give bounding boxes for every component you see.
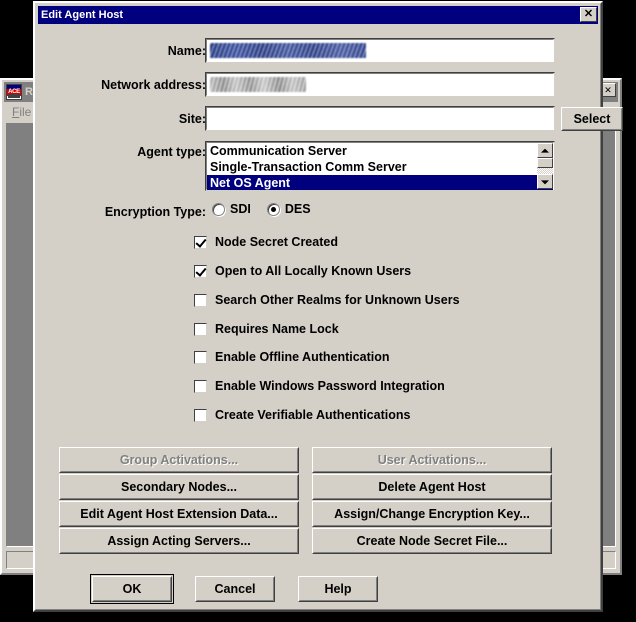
checkbox-icon[interactable]: [194, 408, 207, 422]
checkbox-search-other-realms[interactable]: Search Other Realms for Unknown Users: [194, 293, 460, 307]
name-input[interactable]: [205, 38, 555, 63]
checkbox-label: Enable Offline Authentication: [215, 350, 390, 364]
checkbox-icon[interactable]: [194, 350, 207, 364]
dialog-title: Edit Agent Host: [41, 9, 124, 21]
label-site: Site:: [178, 112, 206, 126]
checkbox-label: Open to All Locally Known Users: [215, 264, 412, 278]
scroll-down-button[interactable]: [537, 174, 553, 189]
list-item[interactable]: Communication Server: [207, 143, 553, 159]
edit-agent-host-extension-data-button[interactable]: Edit Agent Host Extension Data...: [59, 501, 299, 527]
label-agent-type: Agent type:: [137, 145, 206, 159]
checkbox-node-secret-created[interactable]: Node Secret Created: [194, 235, 338, 249]
list-item[interactable]: Single-Transaction Comm Server: [207, 159, 553, 175]
checkbox-label: Create Verifiable Authentications: [215, 408, 411, 422]
radio-des-label: DES: [284, 202, 311, 216]
chevron-up-icon: [541, 148, 549, 153]
dialog-close-button[interactable]: ✕: [580, 7, 597, 22]
checkbox-icon[interactable]: [194, 322, 207, 336]
site-select-button[interactable]: Select: [561, 107, 623, 131]
delete-agent-host-button[interactable]: Delete Agent Host: [312, 474, 552, 500]
encryption-type-radio-group: SDI DES: [212, 202, 321, 216]
secondary-nodes-button[interactable]: Secondary Nodes...: [59, 474, 299, 500]
checkbox-enable-windows-password-integration[interactable]: Enable Windows Password Integration: [194, 379, 445, 393]
create-node-secret-file-button[interactable]: Create Node Secret File...: [312, 528, 552, 554]
radio-sdi-icon[interactable]: [212, 202, 225, 216]
name-input-redacted-value: [210, 43, 366, 58]
network-address-input[interactable]: [205, 72, 555, 97]
radio-sdi-label: SDI: [230, 202, 251, 216]
radio-des-icon[interactable]: [266, 202, 280, 216]
checkbox-create-verifiable-authentications[interactable]: Create Verifiable Authentications: [194, 408, 410, 422]
checkbox-label: Search Other Realms for Unknown Users: [215, 293, 460, 307]
agent-type-listbox[interactable]: Communication Server Single-Transaction …: [205, 141, 555, 191]
close-icon: ✕: [604, 85, 612, 95]
assign-change-encryption-key-button[interactable]: Assign/Change Encryption Key...: [312, 501, 552, 527]
edit-agent-host-dialog: Edit Agent Host ✕ Name: Network address:…: [33, 1, 623, 612]
checkbox-icon[interactable]: [194, 379, 207, 393]
ok-button[interactable]: OK: [90, 574, 174, 604]
checkbox-open-to-all-locally-known-users[interactable]: Open to All Locally Known Users: [194, 264, 411, 278]
help-button[interactable]: Help: [298, 576, 378, 602]
scrollbar-thumb[interactable]: [537, 158, 553, 168]
checkbox-enable-offline-authentication[interactable]: Enable Offline Authentication: [194, 350, 390, 364]
ace-server-icon: ACE: [6, 84, 22, 100]
user-activations-button[interactable]: User Activations...: [312, 447, 552, 473]
checkbox-requires-name-lock[interactable]: Requires Name Lock: [194, 322, 339, 336]
screen: ACE RS ✕ File Edit Agent Host ✕: [0, 0, 636, 622]
list-item[interactable]: Net OS Agent: [207, 175, 553, 191]
label-network-address: Network address:: [101, 78, 206, 92]
site-input[interactable]: [205, 106, 555, 131]
checkbox-icon[interactable]: [194, 293, 207, 307]
menu-item-file[interactable]: File: [8, 104, 35, 120]
label-encryption-type: Encryption Type:: [104, 205, 206, 219]
radio-option-des[interactable]: DES: [266, 202, 311, 216]
radio-option-sdi[interactable]: SDI: [212, 202, 251, 216]
dialog-titlebar[interactable]: Edit Agent Host ✕: [38, 6, 598, 24]
cancel-button[interactable]: Cancel: [195, 576, 275, 602]
checkbox-icon[interactable]: [194, 235, 207, 249]
assign-acting-servers-button[interactable]: Assign Acting Servers...: [59, 528, 299, 554]
checkbox-label: Requires Name Lock: [215, 322, 339, 336]
group-activations-button[interactable]: Group Activations...: [59, 447, 299, 473]
scrollbar-track[interactable]: [537, 158, 553, 174]
network-address-redacted-value: [210, 77, 306, 92]
checkbox-label: Node Secret Created: [215, 235, 338, 249]
agent-type-scrollbar[interactable]: [537, 143, 553, 189]
label-name: Name:: [167, 44, 206, 58]
checkbox-icon[interactable]: [194, 264, 207, 278]
chevron-down-icon: [541, 179, 549, 184]
scroll-up-button[interactable]: [537, 143, 553, 158]
checkbox-label: Enable Windows Password Integration: [215, 379, 445, 393]
